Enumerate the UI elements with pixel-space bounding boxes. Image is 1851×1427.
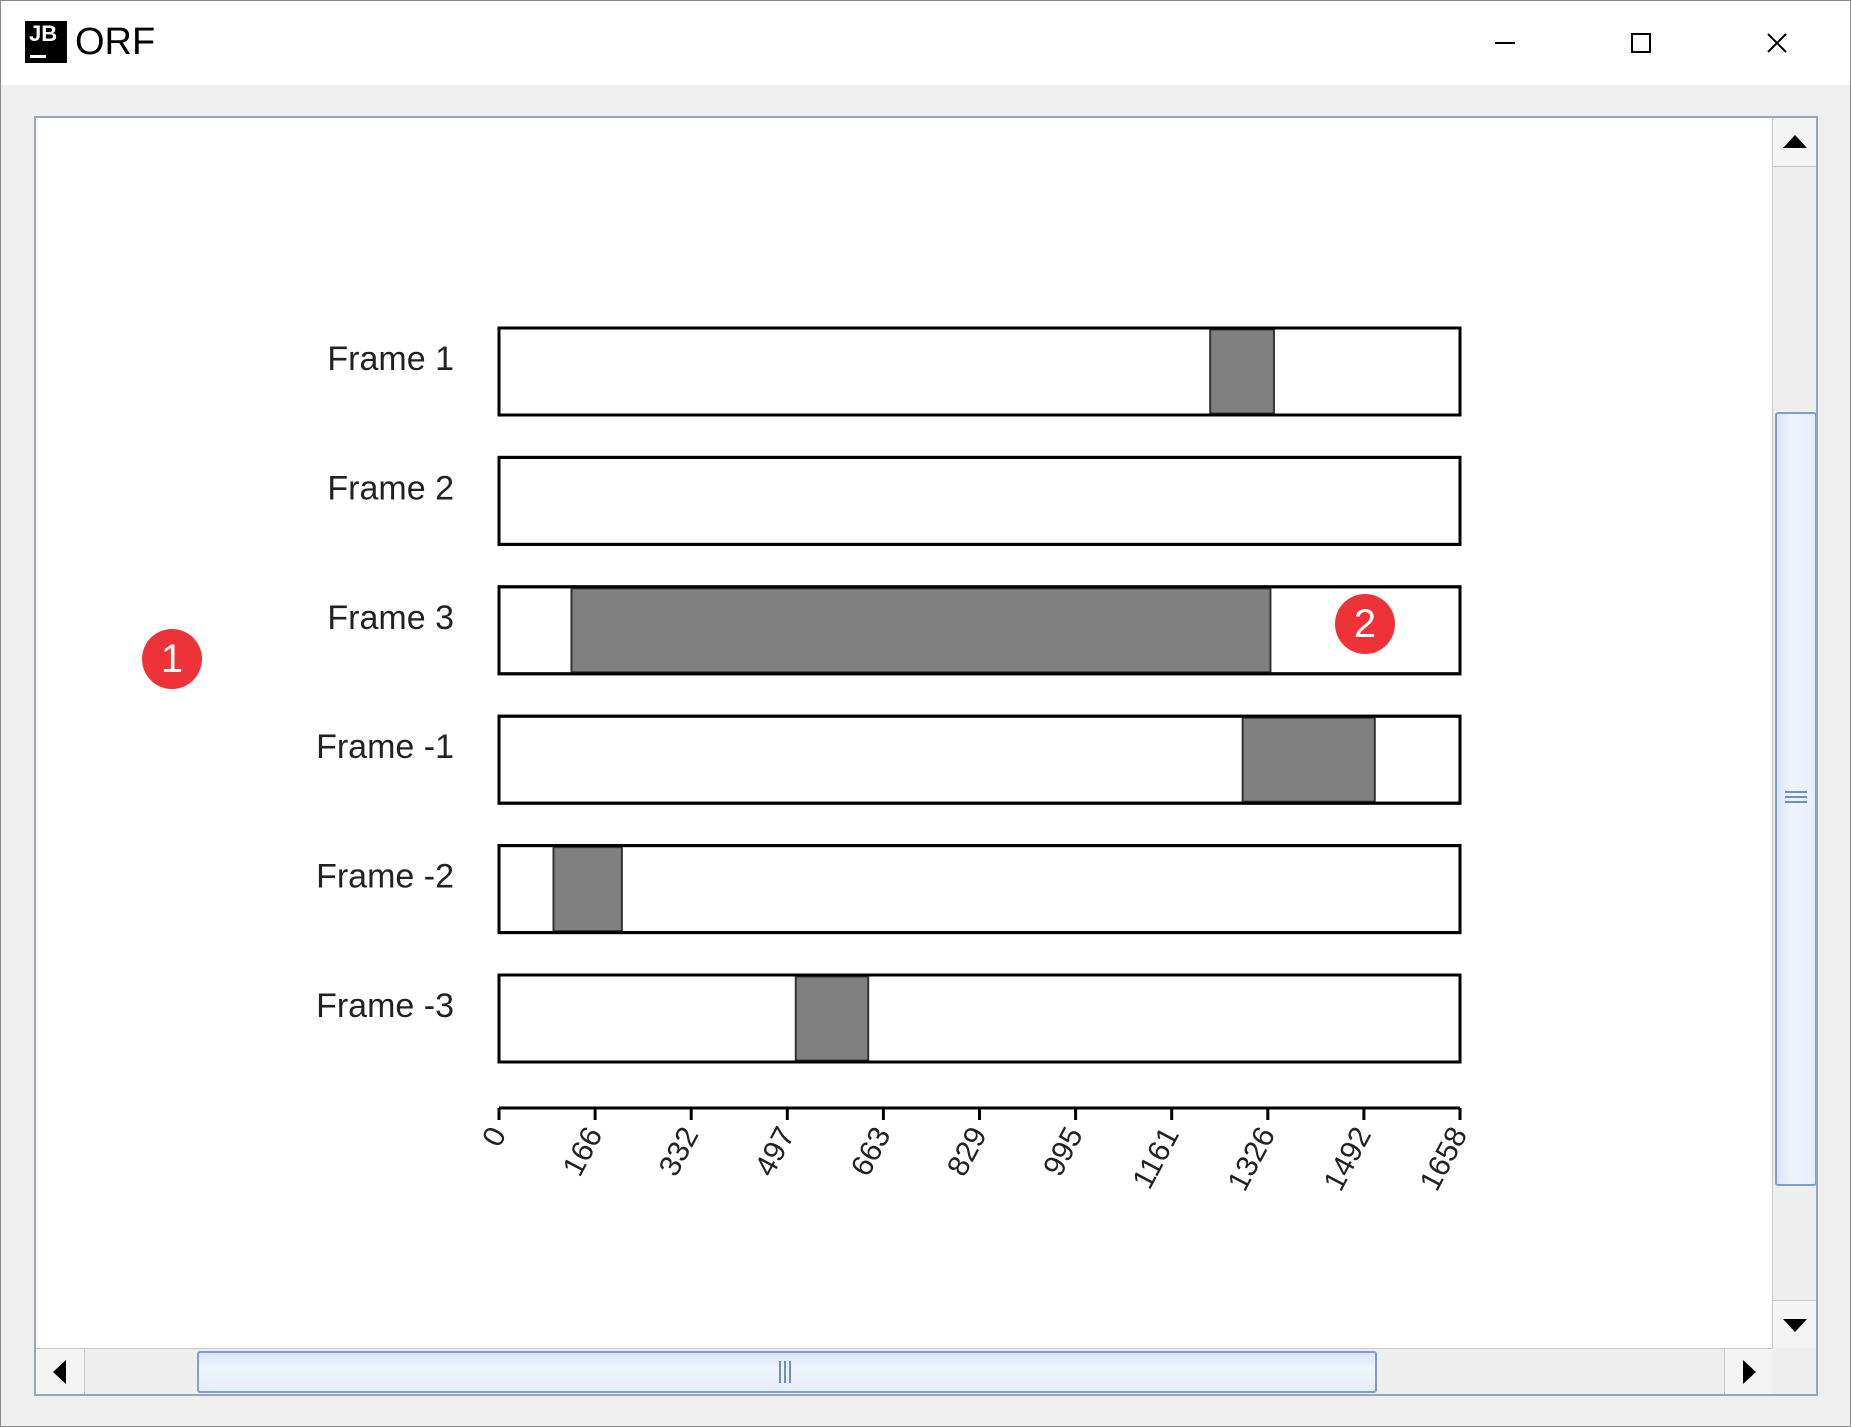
orf-bar bbox=[1209, 328, 1275, 415]
annotation-badge-1: 1 bbox=[142, 629, 202, 689]
annotation-badge-2: 2 bbox=[1335, 594, 1395, 654]
frame-label: Frame 2 bbox=[327, 469, 454, 507]
orf-bar bbox=[794, 975, 870, 1062]
minimize-button[interactable] bbox=[1437, 1, 1573, 85]
frame-label: Frame -1 bbox=[316, 728, 454, 766]
frame-track bbox=[497, 455, 1462, 546]
orf-window: JB ORF Frame 1 Frame 2 Frame 3 Frame -1 Fram… bbox=[0, 0, 1851, 1427]
x-tick-label: 995 bbox=[1037, 1122, 1090, 1182]
x-tick-label: 497 bbox=[749, 1122, 802, 1182]
scroll-down-button[interactable] bbox=[1773, 1300, 1816, 1349]
app-icon-text: JB bbox=[29, 21, 58, 46]
x-tick-label: 0 bbox=[476, 1122, 513, 1152]
arrow-up-icon bbox=[1783, 135, 1807, 148]
title-bar[interactable]: JB ORF bbox=[1, 1, 1850, 85]
app-icon-underline bbox=[30, 55, 46, 58]
frame-track bbox=[497, 844, 1462, 935]
scroll-right-button[interactable] bbox=[1724, 1349, 1773, 1394]
frame-label: Frame 1 bbox=[327, 340, 454, 378]
frame-label: Frame -3 bbox=[316, 987, 454, 1025]
scroll-pane: Frame 1 Frame 2 Frame 3 Frame -1 Frame -2 Fra… bbox=[34, 116, 1818, 1396]
vertical-scrollbar[interactable] bbox=[1772, 118, 1816, 1349]
scroll-up-button[interactable] bbox=[1773, 118, 1816, 167]
frame-track bbox=[497, 326, 1462, 417]
x-tick-label: 1326 bbox=[1222, 1122, 1282, 1196]
orf-chart: Frame 1 Frame 2 Frame 3 Frame -1 Frame -2 Fra… bbox=[316, 326, 1474, 1196]
jetbrains-app-icon: JB bbox=[25, 21, 67, 63]
close-icon bbox=[1767, 33, 1787, 53]
horizontal-scrollbar[interactable] bbox=[36, 1348, 1773, 1394]
arrow-right-icon bbox=[1743, 1360, 1756, 1384]
x-tick-label: 829 bbox=[941, 1122, 994, 1182]
orf-bar bbox=[552, 846, 623, 933]
maximize-button[interactable] bbox=[1573, 1, 1709, 85]
close-button[interactable] bbox=[1709, 1, 1845, 85]
horizontal-scroll-thumb[interactable] bbox=[197, 1351, 1377, 1393]
x-tick-label: 663 bbox=[845, 1122, 898, 1182]
vertical-scroll-thumb[interactable] bbox=[1775, 412, 1816, 1186]
chart-viewport: Frame 1 Frame 2 Frame 3 Frame -1 Frame -2 Fra… bbox=[36, 118, 1772, 1348]
orf-bar bbox=[1241, 716, 1376, 803]
maximize-icon bbox=[1631, 33, 1651, 53]
frame-track bbox=[497, 973, 1462, 1064]
scroll-left-button[interactable] bbox=[36, 1349, 85, 1394]
x-tick-label: 166 bbox=[557, 1122, 610, 1182]
arrow-down-icon bbox=[1783, 1319, 1807, 1332]
grip-icon bbox=[1785, 791, 1807, 803]
arrow-left-icon bbox=[53, 1360, 66, 1384]
frame-label: Frame 3 bbox=[327, 599, 454, 637]
orf-bar bbox=[570, 587, 1272, 674]
x-tick-label: 1492 bbox=[1318, 1122, 1378, 1196]
minimize-icon bbox=[1495, 42, 1515, 44]
window-title: ORF bbox=[75, 21, 156, 63]
scroll-corner bbox=[1772, 1348, 1816, 1394]
frame-label: Frame -2 bbox=[316, 858, 454, 896]
x-tick-label: 1658 bbox=[1414, 1122, 1474, 1196]
x-tick-label: 1161 bbox=[1126, 1122, 1185, 1194]
grip-icon bbox=[779, 1361, 791, 1383]
x-tick-label: 332 bbox=[653, 1122, 706, 1182]
